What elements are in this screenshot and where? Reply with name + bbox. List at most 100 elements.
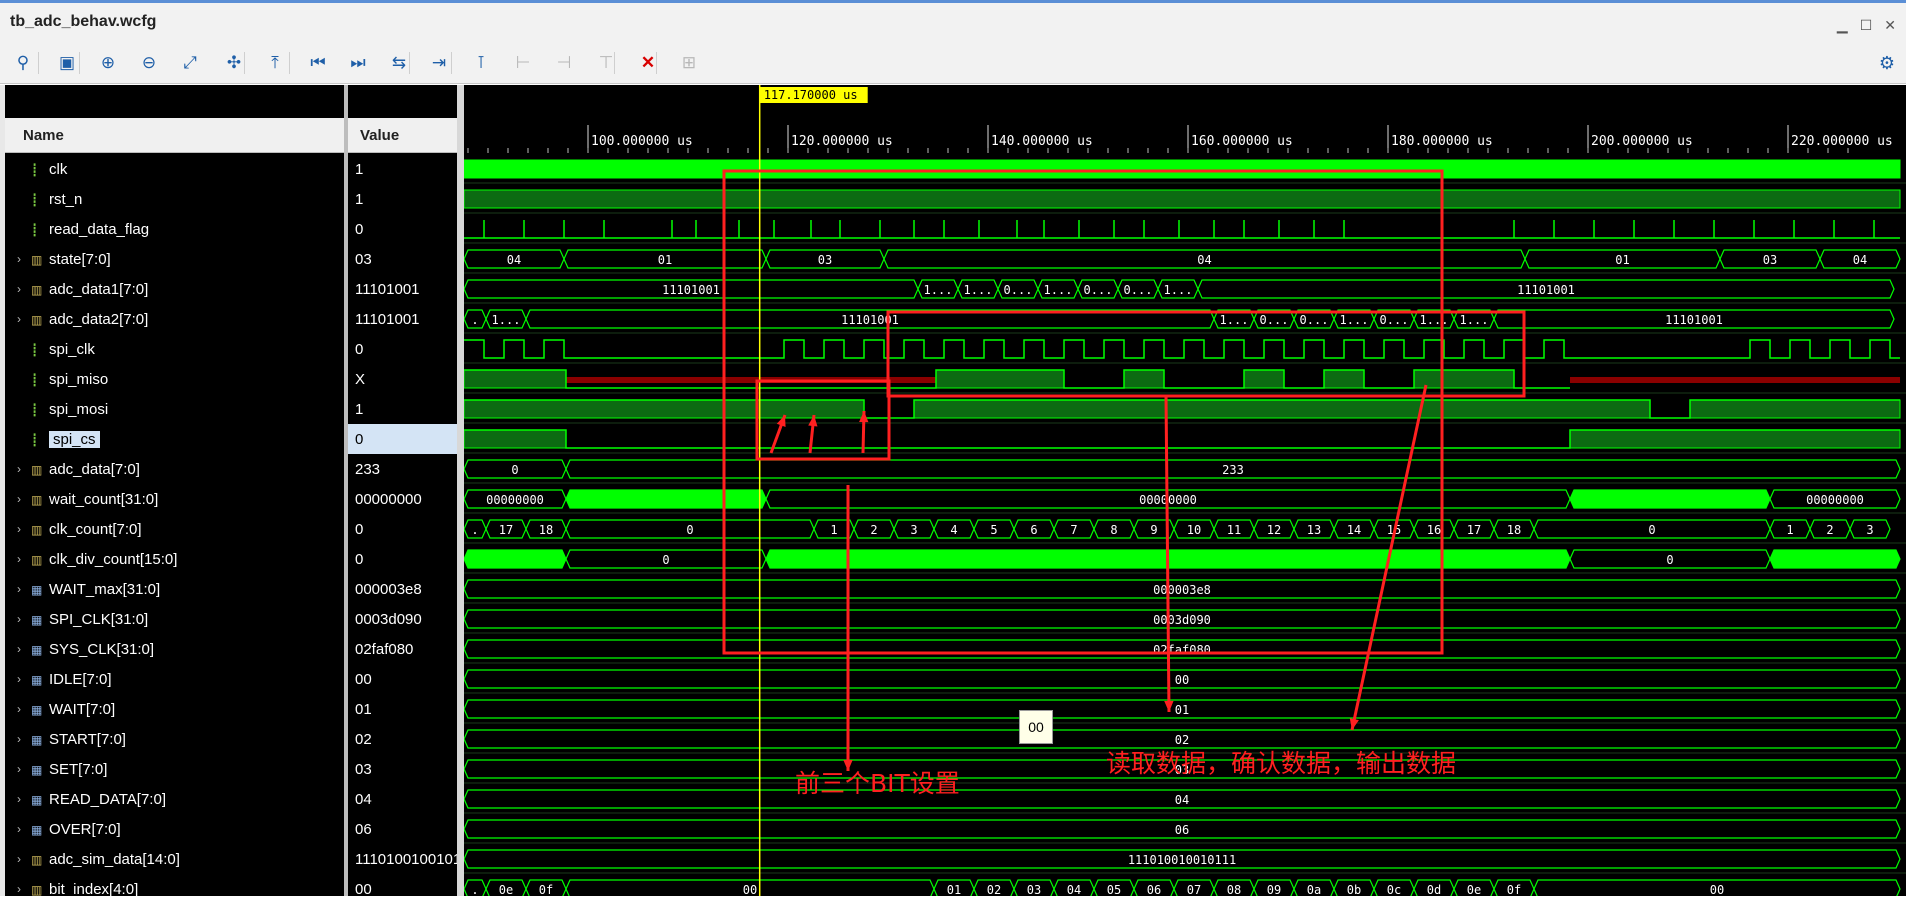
bus-value-label: 233	[1222, 463, 1244, 477]
signal-name: bit_index[4:0]	[49, 880, 139, 898]
signal-row[interactable]: › ▥ bit_index[4:0]	[5, 874, 344, 904]
signal-value[interactable]: 233	[348, 454, 457, 484]
signal-row[interactable]: › ▦ SET[7:0]	[5, 754, 344, 784]
signal-row[interactable]: ┋ spi_clk	[5, 334, 344, 364]
expand-chevron-icon[interactable]: ›	[17, 612, 31, 626]
signal-value[interactable]: 111010010010111	[348, 844, 457, 874]
name-column-header[interactable]: Name	[5, 118, 344, 153]
expand-chevron-icon[interactable]: ›	[17, 702, 31, 716]
signal-row[interactable]: › ▥ adc_data[7:0]	[5, 454, 344, 484]
signal-value[interactable]: 1	[348, 394, 457, 424]
signal-value[interactable]: X	[348, 364, 457, 394]
solid-bar-segment	[1689, 399, 1901, 419]
signal-row[interactable]: ┋ spi_cs	[5, 424, 344, 454]
signal-value[interactable]: 1	[348, 184, 457, 214]
expand-chevron-icon[interactable]: ›	[17, 792, 31, 806]
signal-value[interactable]: 1	[348, 154, 457, 184]
expand-chevron-icon[interactable]: ›	[17, 642, 31, 656]
signal-value[interactable]: 02	[348, 724, 457, 754]
previous-transition-icon[interactable]: ⤒	[262, 50, 288, 76]
minimize-icon[interactable]: ▁	[1837, 17, 1848, 34]
signal-row[interactable]: › ▦ START[7:0]	[5, 724, 344, 754]
window-title: tb_adc_behav.wcfg	[10, 13, 157, 30]
expand-chevron-icon[interactable]: ›	[17, 672, 31, 686]
bus-value-label: .	[471, 883, 478, 896]
signal-row[interactable]: ┋ rst_n	[5, 184, 344, 214]
signal-row[interactable]: ┋ spi_mosi	[5, 394, 344, 424]
go-to-last-time-icon[interactable]: ⏭	[345, 50, 371, 76]
expand-chevron-icon[interactable]: ›	[17, 732, 31, 746]
signal-value[interactable]: 01	[348, 694, 457, 724]
ruler-tick-label: 180.000000 us	[1391, 134, 1493, 149]
parameter-icon: ▦	[31, 792, 43, 807]
signal-row[interactable]: › ▥ clk_count[7:0]	[5, 514, 344, 544]
save-icon[interactable]: ▣	[54, 50, 80, 76]
signal-value[interactable]: 04	[348, 784, 457, 814]
signal-row[interactable]: › ▦ WAIT_max[31:0]	[5, 574, 344, 604]
delete-all-markers-icon[interactable]: ✕	[635, 50, 661, 76]
expand-chevron-icon[interactable]: ›	[17, 522, 31, 536]
signal-value[interactable]: 0	[348, 514, 457, 544]
signal-row[interactable]: › ▥ adc_sim_data[14:0]	[5, 844, 344, 874]
zoom-in-icon[interactable]: ⊕	[95, 50, 121, 76]
signal-value[interactable]: 06	[348, 814, 457, 844]
solid-bar-segment	[464, 159, 1901, 179]
bus-signal-icon: ▥	[31, 522, 43, 537]
signal-value[interactable]: 03	[348, 244, 457, 274]
expand-chevron-icon[interactable]: ›	[17, 552, 31, 566]
go-to-time-zero-icon[interactable]: ⏮	[305, 50, 331, 76]
signal-row[interactable]: › ▦ SYS_CLK[31:0]	[5, 634, 344, 664]
signal-row[interactable]: › ▦ READ_DATA[7:0]	[5, 784, 344, 814]
add-marker-icon[interactable]: ⊺	[468, 50, 494, 76]
expand-chevron-icon[interactable]: ›	[17, 852, 31, 866]
expand-chevron-icon[interactable]: ›	[17, 282, 31, 296]
wave-splitter[interactable]	[457, 85, 464, 896]
signal-value[interactable]: 00000000	[348, 484, 457, 514]
signal-row[interactable]: ┋ spi_miso	[5, 364, 344, 394]
snap-to-transition-icon[interactable]: ⇥	[426, 50, 452, 76]
expand-chevron-icon[interactable]: ›	[17, 312, 31, 326]
signal-row[interactable]: ┋ read_data_flag	[5, 214, 344, 244]
expand-chevron-icon[interactable]: ›	[17, 882, 31, 896]
zoom-out-icon[interactable]: ⊖	[136, 50, 162, 76]
gear-icon[interactable]: ⚙	[1874, 50, 1900, 76]
signal-row[interactable]: › ▥ clk_div_count[15:0]	[5, 544, 344, 574]
signal-value[interactable]: 0	[348, 334, 457, 364]
signal-row[interactable]: › ▦ OVER[7:0]	[5, 814, 344, 844]
bus-value-label: 14	[1347, 523, 1361, 537]
signal-value[interactable]: 11101001	[348, 304, 457, 334]
expand-chevron-icon[interactable]: ›	[17, 252, 31, 266]
signal-value[interactable]: 11101001	[348, 274, 457, 304]
expand-chevron-icon[interactable]: ›	[17, 762, 31, 776]
signal-value[interactable]: 0003d090	[348, 604, 457, 634]
expand-chevron-icon[interactable]: ›	[17, 492, 31, 506]
signal-value[interactable]: 03	[348, 754, 457, 784]
expand-chevron-icon[interactable]: ›	[17, 582, 31, 596]
zoom-fit-icon[interactable]: ⤢	[177, 50, 203, 76]
signal-row[interactable]: › ▦ WAIT[7:0]	[5, 694, 344, 724]
signal-row[interactable]: › ▦ IDLE[7:0]	[5, 664, 344, 694]
bus-value-label: 04	[1197, 253, 1211, 267]
signal-value[interactable]: 0	[348, 424, 457, 454]
signal-value[interactable]: 000003e8	[348, 574, 457, 604]
signal-row[interactable]: › ▥ state[7:0]	[5, 244, 344, 274]
signal-row[interactable]: › ▥ adc_data2[7:0]	[5, 304, 344, 334]
signal-row[interactable]: ┋ clk	[5, 154, 344, 184]
signal-value[interactable]: 0	[348, 214, 457, 244]
signal-value[interactable]: 00	[348, 664, 457, 694]
signal-row[interactable]: › ▥ adc_data1[7:0]	[5, 274, 344, 304]
signal-value[interactable]: 0	[348, 544, 457, 574]
expand-chevron-icon[interactable]: ›	[17, 822, 31, 836]
bus-value-label: 01	[947, 883, 961, 896]
signal-row[interactable]: › ▦ SPI_CLK[31:0]	[5, 604, 344, 634]
close-icon[interactable]: ✕	[1884, 17, 1896, 34]
restore-icon[interactable]: ☐	[1860, 17, 1873, 34]
signal-value[interactable]: 00	[348, 874, 457, 904]
expand-chevron-icon[interactable]: ›	[17, 462, 31, 476]
signal-value[interactable]: 02faf080	[348, 634, 457, 664]
value-column-header[interactable]: Value	[348, 118, 457, 153]
search-icon[interactable]: ⚲	[10, 50, 36, 76]
solid-bar-segment	[464, 429, 567, 449]
signal-row[interactable]: › ▥ wait_count[31:0]	[5, 484, 344, 514]
bus-value-label: 0f	[539, 883, 553, 896]
